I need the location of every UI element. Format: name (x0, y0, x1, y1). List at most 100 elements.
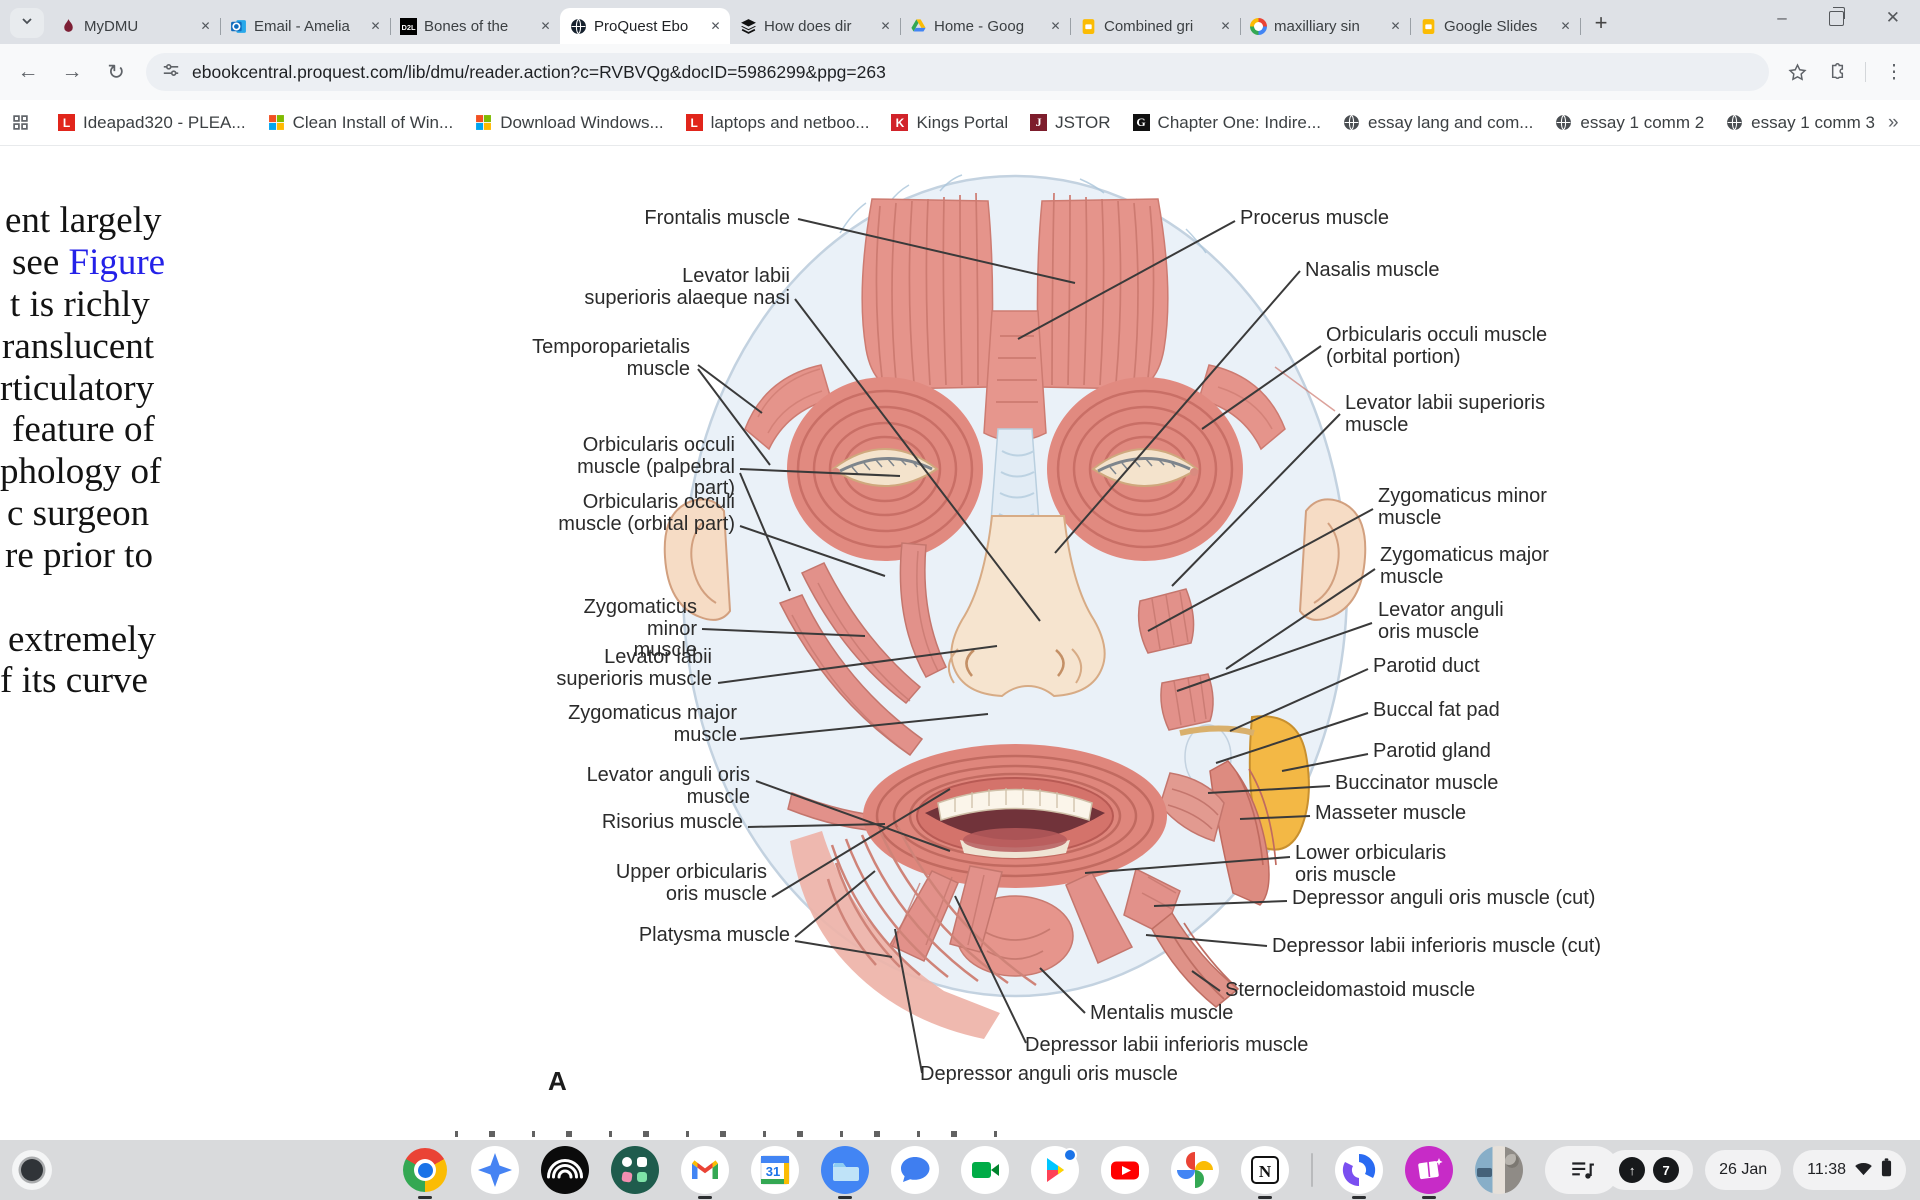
bookmark-download-windows[interactable]: Download Windows... (466, 107, 672, 139)
label-depressor-labii-cut: Depressor labii inferioris muscle (cut) (1272, 936, 1601, 958)
tab-bones[interactable]: D2L Bones of the ✕ (390, 8, 560, 44)
tab-mydmu[interactable]: MyDMU ✕ (50, 8, 220, 44)
arcs-app-icon[interactable] (541, 1146, 589, 1194)
bookmark-essay-1-comm-2[interactable]: essay 1 comm 2 (1546, 107, 1713, 139)
bookmark-essay-1-comm-3[interactable]: essay 1 comm 3 (1717, 107, 1884, 139)
tab-maxilliary[interactable]: maxilliary sin ✕ (1240, 8, 1410, 44)
bookmark-essay-lang[interactable]: essay lang and com... (1334, 107, 1542, 139)
outlook-favicon (230, 18, 247, 35)
url-text[interactable]: ebookcentral.proquest.com/lib/dmu/reader… (192, 62, 886, 83)
restore-icon[interactable] (1829, 11, 1844, 26)
bookmark-clean-install[interactable]: Clean Install of Win... (259, 107, 463, 139)
body-text-line: rticulatory (0, 367, 154, 410)
shapes-app-icon[interactable] (611, 1146, 659, 1194)
tab-close-icon[interactable]: ✕ (1557, 18, 1574, 35)
time-status-pill[interactable]: 11:38 (1793, 1150, 1906, 1190)
screen: MyDMU ✕ Email - Amelia ✕ D2L Bones of th… (0, 0, 1920, 1200)
menu-dots-icon[interactable]: ⋮ (1882, 60, 1906, 84)
shelf: 31 N ↑ 7 26 Jan 11:38 (0, 1140, 1920, 1200)
tab-close-icon[interactable]: ✕ (1217, 18, 1234, 35)
reload-button[interactable]: ↻ (102, 60, 130, 85)
photos-app-icon[interactable] (1171, 1146, 1219, 1194)
tab-close-icon[interactable]: ✕ (197, 18, 214, 35)
bookmarks-overflow-chevron[interactable]: » (1888, 112, 1913, 134)
files-app-icon[interactable] (821, 1146, 869, 1194)
label-platysma: Platysma muscle (639, 925, 790, 947)
close-icon[interactable]: ✕ (1886, 8, 1900, 28)
folder-icon (821, 1146, 869, 1194)
label-risorius: Risorius muscle (602, 812, 743, 834)
bookmark-jstor[interactable]: J JSTOR (1021, 107, 1119, 139)
tab-title: maxilliary sin (1274, 18, 1380, 35)
time-text: 11:38 (1807, 1161, 1846, 1179)
minimize-icon[interactable]: – (1777, 8, 1786, 28)
notifications-pill[interactable]: ↑ 7 (1605, 1150, 1693, 1190)
meet-app-icon[interactable] (961, 1146, 1009, 1194)
chrome-app-icon[interactable] (401, 1146, 449, 1194)
tab-proquest-active[interactable]: ProQuest Ebo ✕ (560, 8, 730, 44)
notification-count-badge: 7 (1653, 1157, 1679, 1183)
extensions-icon[interactable] (1825, 60, 1849, 84)
bookmark-label: Download Windows... (500, 113, 663, 133)
battery-icon (1881, 1158, 1892, 1182)
address-bar[interactable]: ebookcentral.proquest.com/lib/dmu/reader… (146, 53, 1769, 91)
tab-combined[interactable]: Combined gri ✕ (1070, 8, 1240, 44)
tab-close-icon[interactable]: ✕ (537, 18, 554, 35)
d2l-favicon: D2L (400, 18, 417, 35)
copilot-app-icon[interactable] (1335, 1146, 1383, 1194)
bookmark-chapter-one[interactable]: G Chapter One: Indire... (1124, 107, 1330, 139)
body-text-line: f its curve (0, 659, 148, 702)
chat-bubble-icon (891, 1146, 939, 1194)
label-zygomaticus-minor-right: Zygomaticus minor muscle (1378, 486, 1547, 529)
bookmark-kings-portal[interactable]: K Kings Portal (882, 107, 1017, 139)
tab-email[interactable]: Email - Amelia ✕ (220, 8, 390, 44)
gemini-app-icon[interactable] (471, 1146, 519, 1194)
notion-app-icon[interactable]: N (1241, 1146, 1289, 1194)
label-levator-labii-superioris-right: Levator labii superioris muscle (1345, 393, 1545, 436)
site-info-icon[interactable] (162, 61, 180, 84)
bookmark-ideapad[interactable]: L Ideapad320 - PLEA... (49, 107, 255, 139)
tab-google-slides[interactable]: Google Slides ✕ (1410, 8, 1580, 44)
label-masseter: Masseter muscle (1315, 803, 1466, 825)
apps-grid-icon[interactable] (12, 114, 29, 131)
play-store-app-icon[interactable] (1031, 1146, 1079, 1194)
bookmark-star-icon[interactable] (1785, 60, 1809, 84)
tab-close-icon[interactable]: ✕ (1047, 18, 1064, 35)
forward-button[interactable]: → (58, 60, 86, 84)
tab-search-button[interactable] (10, 8, 44, 38)
svg-text:N: N (1259, 1162, 1272, 1181)
label-levator-labii-alaeque: Levator labii superioris alaeque nasi (584, 266, 790, 309)
update-arrow-icon: ↑ (1619, 1157, 1645, 1183)
youtube-app-icon[interactable] (1101, 1146, 1149, 1194)
tab-close-icon[interactable]: ✕ (707, 18, 724, 35)
label-orbicularis-orbital: Orbicularis occuli muscle (orbital part) (558, 492, 735, 535)
gmail-app-icon[interactable] (681, 1146, 729, 1194)
tab-how-does[interactable]: How does dir ✕ (730, 8, 900, 44)
back-button[interactable]: ← (14, 60, 42, 84)
calendar-app-icon[interactable]: 31 (751, 1146, 799, 1194)
arcs-icon (541, 1146, 589, 1194)
body-text-line: ranslucent (2, 325, 154, 368)
tab-close-icon[interactable]: ✕ (877, 18, 894, 35)
tab-strip: MyDMU ✕ Email - Amelia ✕ D2L Bones of th… (0, 0, 1920, 44)
bookmark-label: Chapter One: Indire... (1158, 113, 1321, 133)
tab-close-icon[interactable]: ✕ (367, 18, 384, 35)
magic-book-app-icon[interactable] (1405, 1146, 1453, 1194)
body-text-line: feature of (12, 408, 155, 451)
screenshots-tote-button[interactable] (1475, 1146, 1523, 1194)
tab-close-icon[interactable]: ✕ (1387, 18, 1404, 35)
new-tab-button[interactable]: + (1586, 8, 1616, 38)
svg-text:31: 31 (766, 1164, 780, 1179)
tab-drive[interactable]: Home - Goog ✕ (900, 8, 1070, 44)
messages-app-icon[interactable] (891, 1146, 939, 1194)
figure-link[interactable]: Figure (69, 242, 166, 283)
label-zygomaticus-major-left: Zygomaticus major muscle (568, 703, 737, 746)
bookmark-label: Kings Portal (916, 113, 1008, 133)
label-sternocleidomastoid: Sternocleidomastoid muscle (1225, 980, 1475, 1002)
bookmark-laptops[interactable]: L laptops and netboo... (677, 107, 879, 139)
shelf-app-icons: 31 N (401, 1146, 1619, 1194)
date-pill[interactable]: 26 Jan (1705, 1150, 1781, 1190)
tab-title: Combined gri (1104, 18, 1210, 35)
launcher-button[interactable] (12, 1150, 52, 1190)
bookmark-label: essay lang and com... (1368, 113, 1533, 133)
